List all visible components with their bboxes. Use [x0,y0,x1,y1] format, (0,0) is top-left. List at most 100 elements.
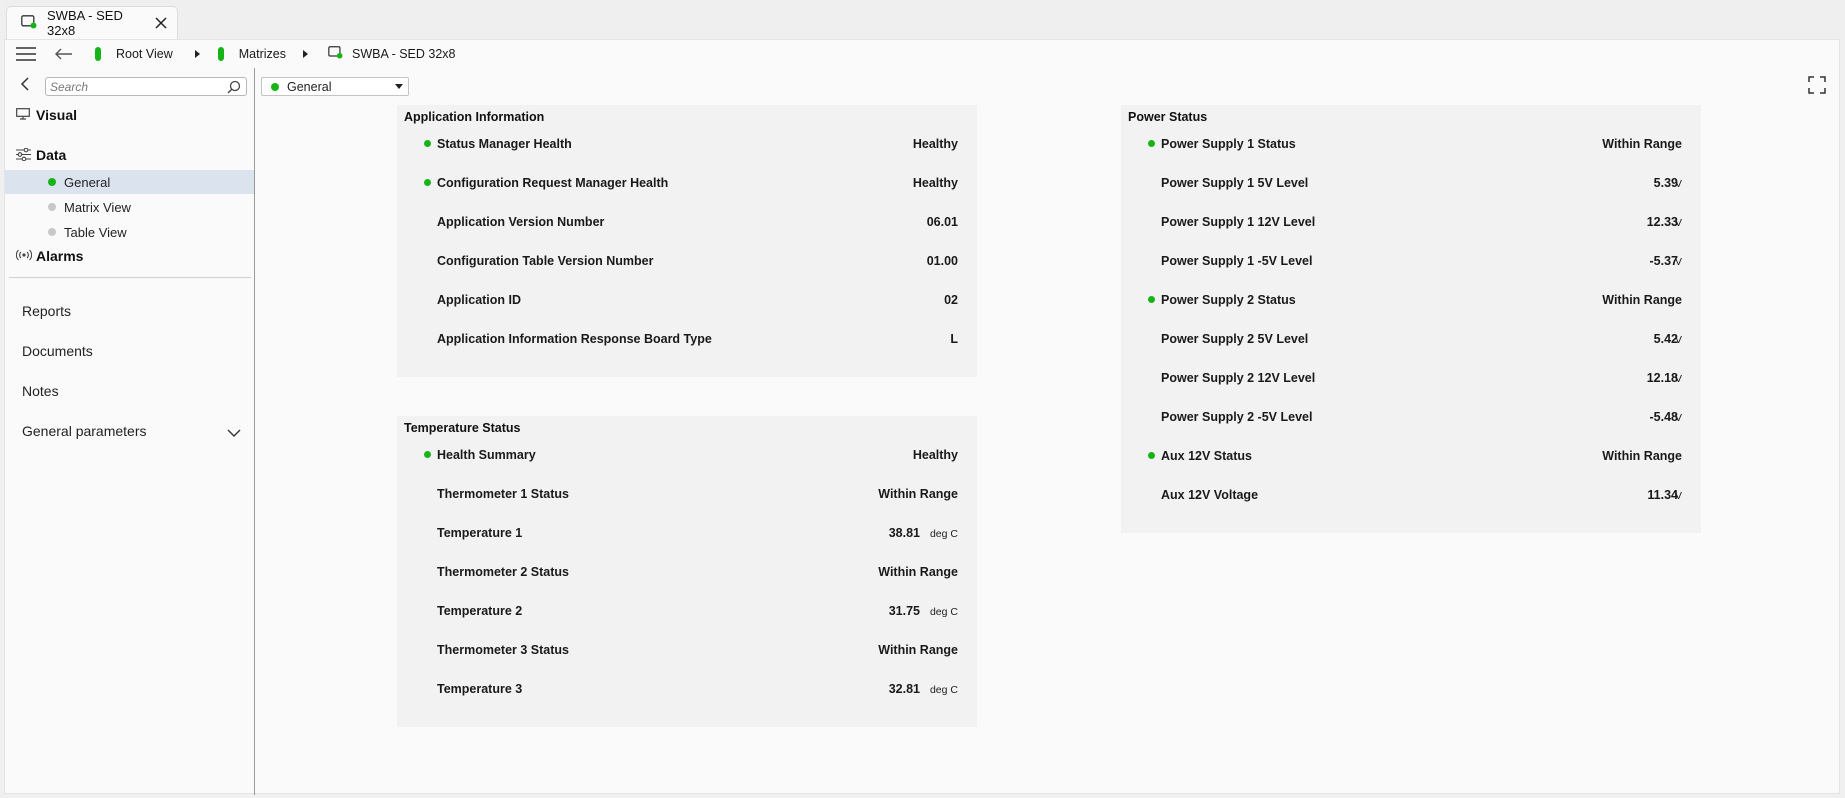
caret-right-icon[interactable] [302,50,308,58]
status-dot-icon [1148,296,1155,303]
row-value: Within Range [1602,137,1682,151]
sidebar-item-label: Matrix View [64,199,131,215]
row-label: Configuration Request Manager Health [437,176,669,190]
sidebar-link-documents[interactable]: Documents [22,338,247,364]
row-value: 31.75 [888,604,920,618]
row-label: Configuration Table Version Number [437,254,654,268]
row-label: Power Supply 2 Status [1161,293,1296,307]
sidebar-item-label: Alarms [36,248,84,264]
search-row [5,68,255,100]
status-dot-icon [48,228,56,236]
sidebar-item-label: Data [36,147,67,163]
row-unit: V [1674,373,1682,385]
close-tab-icon[interactable] [149,11,173,35]
row-unit: deg C [929,528,958,540]
status-row: Power Supply 1 -5V Level -5.37 V [1121,252,1701,270]
power-status-panel: Power Status Power Supply 1 Status Within… [1121,105,1701,533]
document-tab[interactable]: SWBA - SED 32x8 [6,6,178,39]
row-value: 32.81 [888,682,920,696]
search-box [45,77,247,96]
chevron-down-icon[interactable] [227,425,241,441]
panel-title: Application Information [404,110,545,124]
menu-icon[interactable] [14,44,38,64]
fullscreen-icon[interactable] [1808,76,1828,96]
row-label: Power Supply 1 Status [1161,137,1296,151]
status-row: Health Summary Healthy [397,446,977,464]
row-label: Application Version Number [437,215,605,229]
row-unit: V [1674,412,1682,424]
breadcrumb-current[interactable]: SWBA - SED 32x8 [328,46,456,62]
status-row: Application Information Response Board T… [397,330,977,348]
row-value: -5.37 [1649,254,1679,268]
caret-right-icon[interactable] [194,50,200,58]
sidebar-link-reports[interactable]: Reports [22,298,247,324]
status-row: Temperature 1 38.81 deg C [397,524,977,542]
sidebar-link-notes[interactable]: Notes [22,378,247,404]
sidebar-item-table-view[interactable]: Table View [5,220,254,244]
status-dot-icon [271,82,279,91]
row-unit: V [1674,256,1682,268]
status-row: Aux 12V Voltage 11.34 V [1121,486,1701,504]
row-value: 12.33 [1646,215,1678,229]
main-content: General Application Information Status M… [256,68,1840,795]
status-row: Power Supply 1 Status Within Range [1121,135,1701,153]
status-dot-icon [48,203,56,211]
row-value: Within Range [1602,293,1682,307]
breadcrumb-matrizes[interactable]: Matrizes [217,47,308,61]
sidebar-link-label: Notes [22,383,59,399]
row-label: Thermometer 2 Status [437,565,569,579]
sidebar-item-visual[interactable]: Visual [5,102,255,128]
status-dot-icon [424,451,431,458]
collapse-sidebar-icon[interactable] [17,76,33,92]
view-selector-dropdown[interactable]: General [261,77,409,96]
sidebar-item-data[interactable]: Data [5,142,255,168]
breadcrumb-label: SWBA - SED 32x8 [351,47,456,61]
status-dot-icon [424,140,431,147]
search-icon[interactable] [227,80,241,97]
sidebar-divider [9,277,251,278]
status-row: Thermometer 2 Status Within Range [397,563,977,581]
row-value: Within Range [878,643,958,657]
breadcrumb-label: Root View [116,47,173,61]
status-dot-icon [48,178,56,186]
row-label: Aux 12V Status [1161,449,1253,463]
sidebar-link-general-parameters[interactable]: General parameters [22,418,247,444]
row-value: Healthy [912,448,958,462]
sidebar-link-label: Documents [22,343,93,359]
row-value: 12.18 [1646,371,1678,385]
status-row: Thermometer 1 Status Within Range [397,485,977,503]
row-unit: V [1674,217,1682,229]
status-row: Thermometer 3 Status Within Range [397,641,977,659]
row-value: 02 [944,293,958,307]
status-row: Application Version Number 06.01 [397,213,977,231]
row-label: Temperature 2 [437,604,523,618]
breadcrumb: Root View Matrizes SWBA - SED 32x8 [5,40,1839,68]
sidebar-item-matrix-view[interactable]: Matrix View [5,195,254,219]
tab-title: SWBA - SED 32x8 [47,8,123,38]
row-unit: V [1674,178,1682,190]
status-row: Power Supply 2 5V Level 5.42 V [1121,330,1701,348]
row-label: Status Manager Health [437,137,572,151]
row-unit: deg C [929,684,958,696]
row-label: Temperature 3 [437,682,523,696]
status-row: Status Manager Health Healthy [397,135,977,153]
back-arrow-icon[interactable] [52,44,76,64]
sidebar-item-alarms[interactable]: Alarms [5,243,255,269]
status-row: Aux 12V Status Within Range [1121,447,1701,465]
row-label: Aux 12V Voltage [1161,488,1259,502]
status-row: Configuration Request Manager Health Heal… [397,174,977,192]
search-input[interactable] [46,78,216,95]
monitor-icon [16,108,32,122]
status-row: Power Supply 2 -5V Level -5.48 V [1121,408,1701,426]
status-row: Power Supply 1 5V Level 5.39 V [1121,174,1701,192]
row-value: Healthy [912,176,958,190]
application-information-panel: Application Information Status Manager H… [397,105,977,377]
row-value: 01.00 [926,254,958,268]
breadcrumb-root-view[interactable]: Root View [95,47,200,61]
row-label: Power Supply 1 -5V Level [1161,254,1313,268]
row-value: 38.81 [888,526,920,540]
row-unit: deg C [929,606,958,618]
sidebar-item-general[interactable]: General [5,170,254,194]
row-value: Healthy [912,137,958,151]
row-label: Thermometer 1 Status [437,487,569,501]
